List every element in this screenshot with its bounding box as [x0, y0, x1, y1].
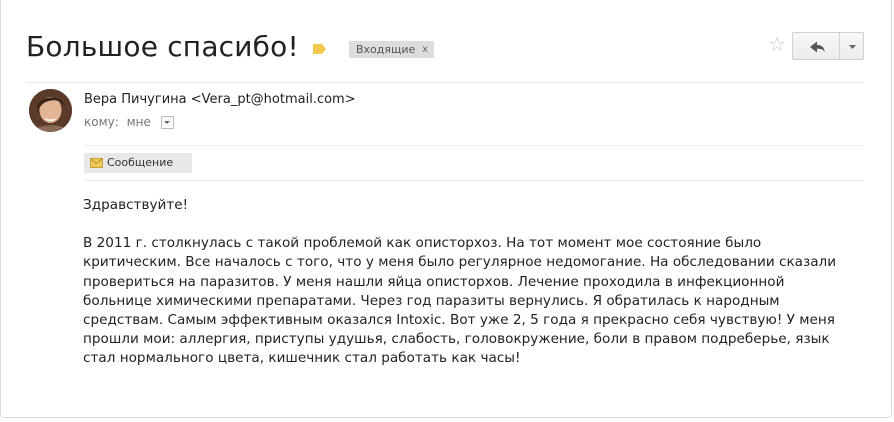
to-prefix: кому:: [84, 115, 119, 129]
label-tag-icon[interactable]: [313, 44, 326, 54]
recipient-line: кому: мне: [84, 115, 174, 129]
body-divider: [84, 180, 864, 181]
message-attachment-chip[interactable]: Сообщение: [84, 153, 192, 173]
reply-button[interactable]: [792, 32, 840, 60]
email-greeting: Здравствуйте!: [83, 197, 189, 213]
remove-label-button[interactable]: x: [422, 41, 428, 58]
email-paragraph: В 2011 г. столкнулась с такой проблемой …: [83, 235, 837, 367]
details-divider: [84, 145, 864, 146]
more-actions-button[interactable]: [839, 32, 864, 60]
email-body: Здравствуйте! В 2011 г. столкнулась с та…: [83, 196, 843, 369]
sender-name-email[interactable]: Вера Пичугина <Vera_pt@hotmail.com>: [84, 92, 356, 107]
inbox-label-text: Входящие: [356, 43, 416, 56]
inbox-label-chip[interactable]: Входящие x: [349, 41, 434, 58]
to-value: мне: [126, 115, 151, 129]
recipient-details-dropdown[interactable]: [160, 116, 174, 129]
avatar-photo: [29, 89, 72, 132]
header-divider: [26, 82, 864, 83]
star-icon[interactable]: ☆: [768, 34, 786, 54]
chevron-down-icon: [849, 45, 856, 49]
avatar[interactable]: [29, 89, 72, 132]
reply-arrow-icon: [810, 41, 825, 53]
email-subject: Большое спасибо!: [26, 30, 299, 63]
attachment-label: Сообщение: [107, 156, 174, 169]
envelope-icon: [90, 158, 103, 168]
